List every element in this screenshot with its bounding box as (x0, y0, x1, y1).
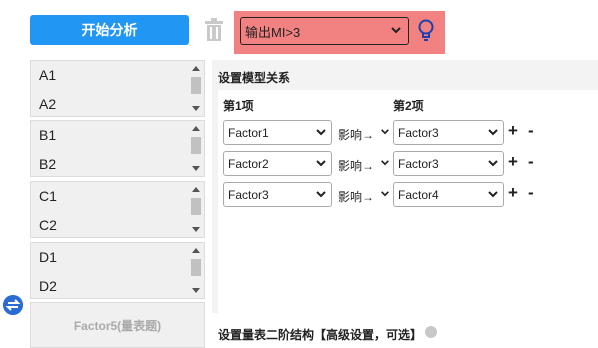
chevron-down-icon (381, 191, 389, 197)
help-icon[interactable] (425, 326, 437, 338)
scrollbar[interactable] (190, 63, 202, 114)
list-item[interactable]: B1 (39, 127, 56, 143)
to-factor-value: Factor4 (398, 187, 439, 202)
to-factor-select[interactable]: Factor3 (393, 120, 504, 145)
from-factor-value: Factor3 (228, 187, 269, 202)
from-factor-value: Factor1 (228, 125, 269, 140)
mi-output-value: 输出MI>3 (245, 24, 301, 40)
mi-output-panel: 输出MI>3 (234, 11, 445, 54)
remove-row-button[interactable]: - (528, 121, 534, 141)
influence-label: 影响→ (338, 159, 375, 173)
swap-icon[interactable] (3, 295, 23, 315)
influence-select[interactable]: 影响→ (338, 126, 389, 143)
influence-label: 影响→ (338, 128, 375, 142)
to-factor-value: Factor3 (398, 156, 439, 171)
add-row-button[interactable]: + (508, 121, 518, 141)
scrollbar[interactable] (190, 245, 202, 296)
list-item[interactable]: A2 (39, 96, 56, 112)
variable-list-a[interactable]: A1 A2 (30, 60, 205, 117)
variable-list-c[interactable]: C1 C2 (30, 181, 205, 238)
to-factor-select[interactable]: Factor4 (393, 182, 504, 207)
scrollbar[interactable] (190, 184, 202, 235)
to-factor-select[interactable]: Factor3 (393, 151, 504, 176)
trash-icon[interactable] (203, 18, 225, 42)
chevron-down-icon (488, 160, 498, 167)
model-relations-panel: 设置模型关系 第1项 第2项 Factor1 影响→ Factor3 + - F… (212, 60, 598, 313)
chevron-down-icon (488, 191, 498, 198)
mi-output-select[interactable]: 输出MI>3 (240, 17, 409, 45)
from-factor-value: Factor2 (228, 156, 269, 171)
chevron-down-icon (316, 191, 326, 198)
add-row-button[interactable]: + (508, 152, 518, 172)
list-item[interactable]: B2 (39, 156, 56, 172)
chevron-down-icon (488, 129, 498, 136)
chevron-down-icon (381, 129, 389, 135)
model-relations-body: 第1项 第2项 Factor1 影响→ Factor3 + - Factor2 … (218, 90, 598, 313)
chevron-down-icon (316, 160, 326, 167)
chevron-down-icon (391, 27, 401, 34)
remove-row-button[interactable]: - (528, 183, 534, 203)
remove-row-button[interactable]: - (528, 152, 534, 172)
list-item[interactable]: D1 (39, 249, 57, 265)
list-item[interactable]: D2 (39, 278, 57, 294)
factor5-drop-zone[interactable]: Factor5(量表题) (30, 302, 205, 348)
influence-select[interactable]: 影响→ (338, 188, 389, 205)
to-factor-value: Factor3 (398, 125, 439, 140)
model-title: 设置模型关系 (218, 71, 291, 85)
from-factor-select[interactable]: Factor3 (223, 182, 332, 207)
list-item[interactable]: A1 (39, 67, 56, 83)
from-factor-select[interactable]: Factor2 (223, 151, 332, 176)
influence-label: 影响→ (338, 190, 375, 204)
variable-list-b[interactable]: B1 B2 (30, 120, 205, 177)
list-item[interactable]: C2 (39, 217, 57, 233)
column-header-item1: 第1项 (223, 99, 254, 113)
add-row-button[interactable]: + (508, 183, 518, 203)
chevron-down-icon (316, 129, 326, 136)
column-header-item2: 第2项 (393, 99, 424, 113)
second-order-structure-title: 设置量表二阶结构【高级设置，可选】 (218, 328, 423, 342)
influence-select[interactable]: 影响→ (338, 157, 389, 174)
start-analysis-button[interactable]: 开始分析 (30, 15, 189, 45)
from-factor-select[interactable]: Factor1 (223, 120, 332, 145)
lightbulb-icon[interactable] (417, 19, 435, 43)
variable-list-d[interactable]: D1 D2 (30, 242, 205, 299)
scrollbar[interactable] (190, 123, 202, 174)
list-item[interactable]: C1 (39, 188, 57, 204)
chevron-down-icon (381, 160, 389, 166)
